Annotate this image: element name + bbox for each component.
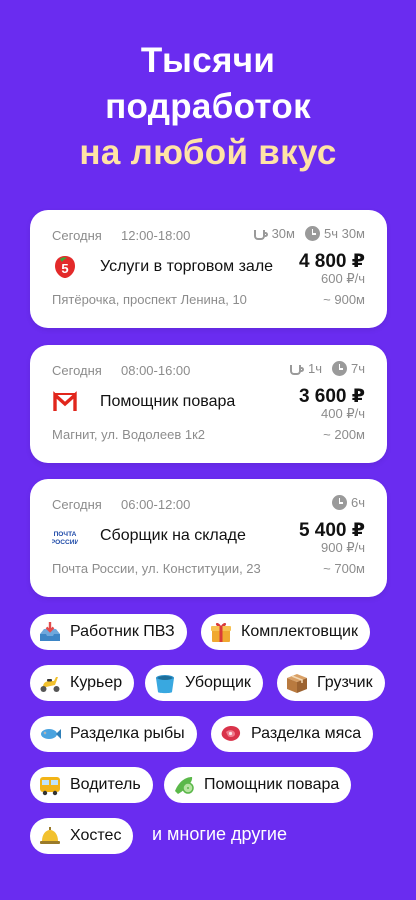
headline-line-3: на любой вкус bbox=[79, 133, 337, 172]
job-title: Помощник повара bbox=[100, 393, 236, 410]
job-time: 08:00-16:00 bbox=[121, 363, 191, 378]
bellhop-bell-icon bbox=[40, 827, 60, 844]
category-chip-picker[interactable]: Комплектовщик bbox=[201, 614, 370, 650]
job-break: 30м bbox=[271, 226, 295, 241]
category-chip-hostess[interactable]: Хостес bbox=[30, 818, 134, 854]
job-price: 3 600 ₽ bbox=[298, 386, 365, 407]
fish-icon bbox=[41, 729, 61, 739]
job-date: Сегодня bbox=[52, 497, 102, 512]
category-chip-cook-helper[interactable]: Помощник повара bbox=[164, 767, 352, 803]
category-chip-meat-cutting[interactable]: Разделка мяса bbox=[211, 716, 374, 752]
magnit-logo bbox=[53, 391, 77, 411]
category-chip-pvz-worker[interactable]: Работник ПВЗ bbox=[30, 614, 187, 650]
job-title: Сборщик на складе bbox=[100, 527, 246, 544]
job-price: 5 400 ₽ bbox=[298, 520, 365, 541]
coffee-break-icon bbox=[253, 226, 268, 241]
category-chip-driver[interactable]: Водитель bbox=[30, 767, 153, 803]
job-distance: ~ 700м bbox=[323, 561, 365, 576]
job-time: 06:00-12:00 bbox=[121, 497, 191, 512]
pyaterochka-logo: 5 bbox=[55, 256, 75, 278]
coffee-break-icon bbox=[289, 361, 304, 376]
job-title: Услуги в торговом зале bbox=[100, 258, 274, 275]
job-time: 12:00-18:00 bbox=[121, 228, 191, 243]
cucumber-icon bbox=[175, 777, 194, 794]
headline-line-1: Тысячи bbox=[140, 41, 276, 80]
job-distance: ~ 900м bbox=[323, 292, 365, 307]
package-icon bbox=[287, 674, 307, 693]
category-label: Курьер bbox=[70, 674, 123, 691]
category-label: Хостес bbox=[70, 827, 122, 844]
job-card[interactable]: Сегодня 08:00-16:00 1ч 7ч Помощник повар… bbox=[30, 345, 387, 463]
clock-icon bbox=[331, 361, 347, 376]
category-label: Работник ПВЗ bbox=[70, 623, 175, 640]
category-label: Водитель bbox=[70, 776, 141, 793]
job-rate: 900 ₽/ч bbox=[321, 540, 365, 555]
svg-text:ПОЧТА: ПОЧТА bbox=[54, 531, 77, 538]
category-label: Комплектовщик bbox=[241, 623, 358, 640]
category-label: Разделка рыбы bbox=[70, 725, 185, 742]
job-duration: 7ч bbox=[350, 361, 365, 376]
category-label: Помощник повара bbox=[204, 776, 340, 793]
job-distance: ~ 200м bbox=[323, 427, 365, 442]
job-rate: 400 ₽/ч bbox=[321, 406, 365, 421]
scooter-icon bbox=[40, 677, 60, 692]
gift-box-icon bbox=[211, 622, 231, 642]
inbox-tray-icon bbox=[40, 622, 60, 641]
job-duration: 6ч bbox=[350, 495, 365, 510]
clock-icon bbox=[331, 495, 347, 510]
job-card[interactable]: Сегодня 12:00-18:00 30м 5ч 30м 5 Услуги … bbox=[30, 210, 387, 328]
job-duration: 5ч 30м bbox=[323, 226, 365, 241]
svg-text:5: 5 bbox=[61, 261, 68, 276]
job-address: Магнит, ул. Водолеев 1к2 bbox=[52, 427, 206, 442]
category-label: Уборщик bbox=[185, 674, 251, 691]
more-categories-text: и многие другие bbox=[152, 824, 287, 844]
bucket-icon bbox=[156, 675, 174, 694]
category-label: Грузчик bbox=[317, 674, 373, 691]
category-chip-fish-cutting[interactable]: Разделка рыбы bbox=[30, 716, 197, 752]
job-rate: 600 ₽/ч bbox=[321, 271, 365, 286]
bus-icon bbox=[40, 777, 60, 796]
job-break: 1ч bbox=[307, 361, 322, 376]
category-chip-courier[interactable]: Курьер bbox=[30, 665, 135, 701]
headline-line-2: подработок bbox=[105, 87, 311, 126]
job-date: Сегодня bbox=[52, 363, 102, 378]
category-label: Разделка мяса bbox=[251, 725, 362, 742]
category-chip-loader[interactable]: Грузчик bbox=[277, 665, 385, 701]
pochta-rossii-logo: ПОЧТА РОССИИ bbox=[52, 531, 78, 546]
clock-icon bbox=[304, 226, 320, 241]
category-chip-cleaner[interactable]: Уборщик bbox=[145, 665, 263, 701]
job-date: Сегодня bbox=[52, 228, 102, 243]
job-card[interactable]: Сегодня 06:00-12:00 6ч ПОЧТА РОССИИ Сбор… bbox=[30, 479, 387, 597]
job-address: Пятёрочка, проспект Ленина, 10 bbox=[52, 292, 247, 307]
svg-text:РОССИИ: РОССИИ bbox=[52, 539, 78, 546]
job-price: 4 800 ₽ bbox=[298, 251, 365, 272]
job-address: Почта России, ул. Конституции, 23 bbox=[52, 561, 261, 576]
headline: Тысячи подработок на любой вкус bbox=[0, 38, 416, 176]
meat-icon bbox=[221, 726, 241, 741]
